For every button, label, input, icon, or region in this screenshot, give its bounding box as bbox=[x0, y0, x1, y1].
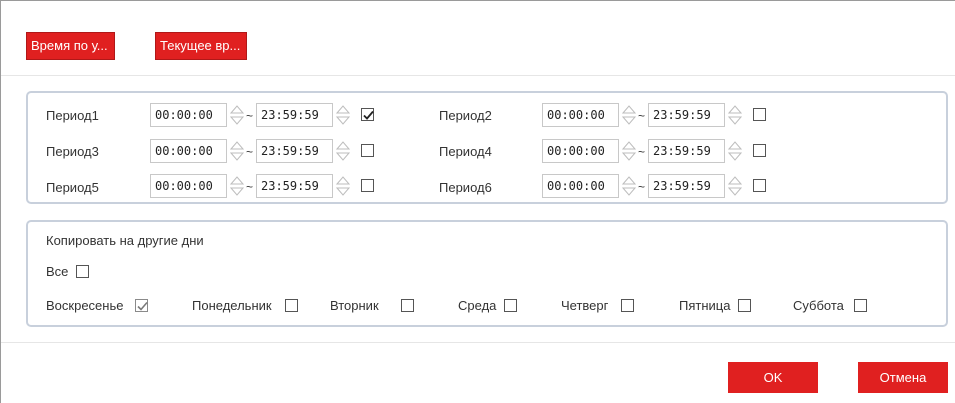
day-checkbox-sunday[interactable] bbox=[135, 299, 148, 312]
current-time-button[interactable]: Текущее вр... bbox=[155, 32, 247, 60]
day-checkbox-tuesday[interactable] bbox=[401, 299, 414, 312]
period-label: Период4 bbox=[439, 144, 492, 159]
footer-divider bbox=[1, 342, 955, 343]
period-end-input[interactable]: 23:59:59 bbox=[256, 103, 333, 127]
period-start-input[interactable]: 00:00:00 bbox=[542, 174, 619, 198]
day-label-tuesday: Вторник bbox=[330, 298, 379, 313]
period-start-input[interactable]: 00:00:00 bbox=[150, 139, 227, 163]
range-separator: ~ bbox=[638, 180, 646, 194]
period-label: Период2 bbox=[439, 108, 492, 123]
copy-section-title: Копировать на другие дни bbox=[46, 233, 204, 248]
checkmark-icon bbox=[363, 110, 374, 120]
start-spinner-icon[interactable] bbox=[622, 139, 636, 163]
end-spinner-icon[interactable] bbox=[336, 139, 350, 163]
day-checkbox-saturday[interactable] bbox=[854, 299, 867, 312]
range-separator: ~ bbox=[246, 109, 254, 123]
day-label-thursday: Четверг bbox=[561, 298, 609, 313]
day-label-saturday: Суббота bbox=[793, 298, 844, 313]
period-end-input[interactable]: 23:59:59 bbox=[648, 139, 725, 163]
start-spinner-icon[interactable] bbox=[230, 139, 244, 163]
period-enable-checkbox[interactable] bbox=[753, 144, 766, 157]
start-spinner-icon[interactable] bbox=[230, 103, 244, 127]
start-spinner-icon[interactable] bbox=[230, 174, 244, 198]
day-label-friday: Пятница bbox=[679, 298, 731, 313]
cancel-button[interactable]: Отмена bbox=[858, 362, 948, 393]
period-start-input[interactable]: 00:00:00 bbox=[542, 103, 619, 127]
period-label: Период3 bbox=[46, 144, 99, 159]
day-label-monday: Понедельник bbox=[192, 298, 272, 313]
checkmark-icon bbox=[137, 301, 148, 311]
copy-days-group: Копировать на другие дни Все Воскресенье… bbox=[26, 220, 948, 327]
period-label: Период5 bbox=[46, 180, 99, 195]
day-checkbox-monday[interactable] bbox=[285, 299, 298, 312]
periods-group: Период1 00:00:00 ~ 23:59:59 Период2 00:0… bbox=[26, 91, 948, 204]
range-separator: ~ bbox=[246, 145, 254, 159]
day-label-wednesday: Среда bbox=[458, 298, 497, 313]
range-separator: ~ bbox=[638, 145, 646, 159]
period-end-input[interactable]: 23:59:59 bbox=[648, 103, 725, 127]
end-spinner-icon[interactable] bbox=[728, 139, 742, 163]
range-separator: ~ bbox=[638, 109, 646, 123]
period-enable-checkbox[interactable] bbox=[753, 179, 766, 192]
day-checkbox-friday[interactable] bbox=[738, 299, 751, 312]
period-start-input[interactable]: 00:00:00 bbox=[150, 174, 227, 198]
period-enable-checkbox[interactable] bbox=[361, 179, 374, 192]
range-separator: ~ bbox=[246, 180, 254, 194]
end-spinner-icon[interactable] bbox=[728, 103, 742, 127]
period-end-input[interactable]: 23:59:59 bbox=[648, 174, 725, 198]
day-label-sunday: Воскресенье bbox=[46, 298, 124, 313]
day-checkbox-wednesday[interactable] bbox=[504, 299, 517, 312]
ok-button[interactable]: OK bbox=[728, 362, 818, 393]
end-spinner-icon[interactable] bbox=[336, 174, 350, 198]
all-days-checkbox[interactable] bbox=[76, 265, 89, 278]
end-spinner-icon[interactable] bbox=[336, 103, 350, 127]
period-start-input[interactable]: 00:00:00 bbox=[542, 139, 619, 163]
schedule-time-button[interactable]: Время по у... bbox=[26, 32, 115, 60]
period-enable-checkbox[interactable] bbox=[753, 108, 766, 121]
period-end-input[interactable]: 23:59:59 bbox=[256, 174, 333, 198]
period-label: Период1 bbox=[46, 108, 99, 123]
top-toolbar: Время по у... Текущее вр... bbox=[1, 1, 955, 76]
day-checkbox-thursday[interactable] bbox=[621, 299, 634, 312]
start-spinner-icon[interactable] bbox=[622, 103, 636, 127]
period-enable-checkbox[interactable] bbox=[361, 108, 374, 121]
all-days-label: Все bbox=[46, 264, 69, 279]
start-spinner-icon[interactable] bbox=[622, 174, 636, 198]
period-label: Период6 bbox=[439, 180, 492, 195]
period-start-input[interactable]: 00:00:00 bbox=[150, 103, 227, 127]
period-end-input[interactable]: 23:59:59 bbox=[256, 139, 333, 163]
end-spinner-icon[interactable] bbox=[728, 174, 742, 198]
period-enable-checkbox[interactable] bbox=[361, 144, 374, 157]
